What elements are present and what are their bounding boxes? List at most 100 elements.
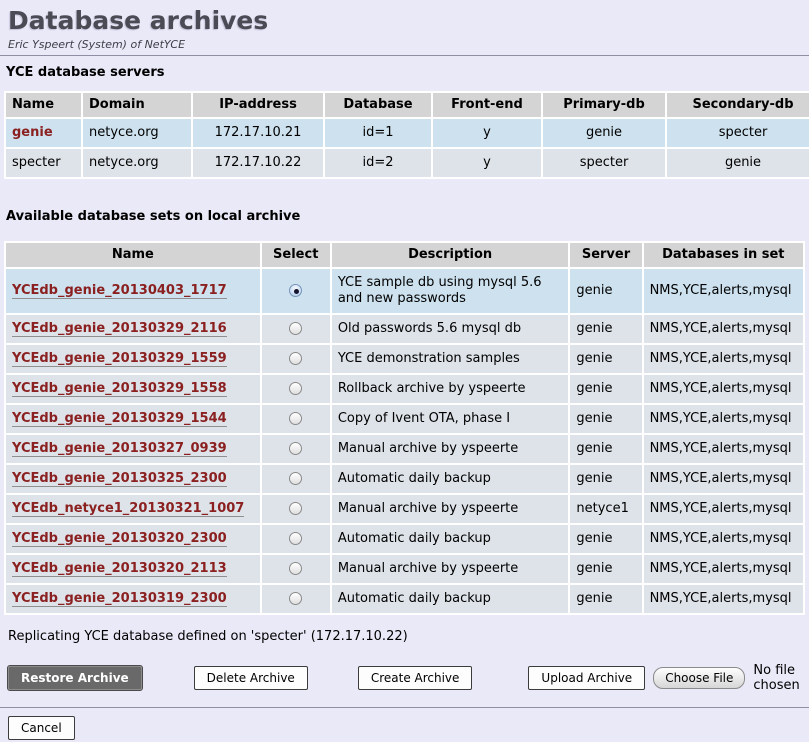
archive-server: genie	[570, 375, 641, 403]
servers-table: Name Domain IP-address Database Front-en…	[4, 91, 809, 179]
archive-row: YCEdb_genie_20130325_2300 Automatic dail…	[6, 465, 803, 493]
col-header-secondarydb: Secondary-db	[667, 93, 809, 117]
action-bar: Restore Archive Delete Archive Create Ar…	[8, 663, 809, 693]
archive-row: YCEdb_genie_20130329_1559 YCE demonstrat…	[6, 345, 803, 373]
select-radio[interactable]	[289, 502, 302, 515]
select-radio[interactable]	[289, 472, 302, 485]
server-primarydb: genie	[543, 119, 665, 147]
archive-description: Automatic daily backup	[332, 465, 569, 493]
server-database: id=2	[325, 149, 431, 177]
col-header-primarydb: Primary-db	[543, 93, 665, 117]
server-secondarydb: specter	[667, 119, 809, 147]
archive-row: YCEdb_genie_20130329_1558 Rollback archi…	[6, 375, 803, 403]
col-header-server: Server	[570, 243, 641, 267]
select-radio[interactable]	[289, 352, 302, 365]
archive-name-link[interactable]: YCEdb_genie_20130320_2300	[12, 531, 227, 547]
archive-server: genie	[570, 435, 641, 463]
no-file-chosen-text: No file chosen	[753, 663, 809, 693]
select-radio[interactable]	[289, 592, 302, 605]
select-radio[interactable]	[289, 382, 302, 395]
archive-server: genie	[570, 269, 641, 313]
col-header-databases: Databases in set	[644, 243, 803, 267]
archive-description: YCE sample db using mysql 5.6 and new pa…	[332, 269, 569, 313]
archive-name-link[interactable]: YCEdb_genie_20130329_1544	[12, 411, 227, 427]
select-radio[interactable]	[289, 532, 302, 545]
server-frontend: y	[433, 149, 541, 177]
archive-description: Automatic daily backup	[332, 525, 569, 553]
select-radio[interactable]	[289, 284, 302, 297]
archive-description: Manual archive by yspeerte	[332, 555, 569, 583]
col-header-description: Description	[332, 243, 569, 267]
archive-databases: NMS,YCE,alerts,mysql	[644, 269, 803, 313]
archive-name-link[interactable]: YCEdb_genie_20130329_1558	[12, 381, 227, 397]
server-ip: 172.17.10.22	[193, 149, 323, 177]
archive-server: genie	[570, 525, 641, 553]
server-database: id=1	[325, 119, 431, 147]
archive-name-link[interactable]: YCEdb_genie_20130325_2300	[12, 471, 227, 487]
col-header-name: Name	[6, 243, 260, 267]
archive-row: YCEdb_genie_20130329_2116 Old passwords …	[6, 315, 803, 343]
archive-databases: NMS,YCE,alerts,mysql	[644, 525, 803, 553]
col-header-name: Name	[6, 93, 81, 117]
archive-databases: NMS,YCE,alerts,mysql	[644, 375, 803, 403]
archive-name-link[interactable]: YCEdb_genie_20130329_1559	[12, 351, 227, 367]
archive-databases: NMS,YCE,alerts,mysql	[644, 465, 803, 493]
archive-row: YCEdb_genie_20130329_1544 Copy of Ivent …	[6, 405, 803, 433]
archive-server: netyce1	[570, 495, 641, 523]
select-radio[interactable]	[289, 442, 302, 455]
restore-archive-button[interactable]: Restore Archive	[8, 666, 142, 690]
archives-table: Name Select Description Server Databases…	[4, 241, 805, 615]
archive-databases: NMS,YCE,alerts,mysql	[644, 315, 803, 343]
archive-row: YCEdb_genie_20130319_2300 Automatic dail…	[6, 585, 803, 613]
archive-databases: NMS,YCE,alerts,mysql	[644, 405, 803, 433]
upload-archive-button[interactable]: Upload Archive	[528, 666, 645, 690]
archive-row: YCEdb_genie_20130320_2113 Manual archive…	[6, 555, 803, 583]
archive-description: Manual archive by yspeerte	[332, 495, 569, 523]
archive-databases: NMS,YCE,alerts,mysql	[644, 345, 803, 373]
choose-file-button[interactable]: Choose File	[653, 667, 745, 689]
server-domain: netyce.org	[83, 119, 191, 147]
cancel-button[interactable]: Cancel	[8, 716, 75, 740]
server-domain: netyce.org	[83, 149, 191, 177]
server-name: specter	[6, 149, 81, 177]
archive-server: genie	[570, 585, 641, 613]
delete-archive-button[interactable]: Delete Archive	[194, 666, 308, 690]
page-title: Database archives	[8, 6, 809, 36]
col-header-database: Database	[325, 93, 431, 117]
replication-note: Replicating YCE database defined on 'spe…	[8, 629, 809, 645]
select-radio[interactable]	[289, 562, 302, 575]
archive-name-link[interactable]: YCEdb_netyce1_20130321_1007	[12, 501, 244, 517]
server-row: specter netyce.org 172.17.10.22 id=2 y s…	[6, 149, 809, 177]
archive-server: genie	[570, 345, 641, 373]
create-archive-button[interactable]: Create Archive	[358, 666, 473, 690]
archive-server: genie	[570, 555, 641, 583]
archive-name-link[interactable]: YCEdb_genie_20130319_2300	[12, 591, 227, 607]
archive-description: Rollback archive by yspeerte	[332, 375, 569, 403]
archive-databases: NMS,YCE,alerts,mysql	[644, 585, 803, 613]
server-name: genie	[6, 119, 81, 147]
servers-section-heading: YCE database servers	[6, 65, 809, 81]
archive-server: genie	[570, 405, 641, 433]
page-subtitle: Eric Yspeert (System) of NetYCE	[8, 38, 809, 51]
archive-name-link[interactable]: YCEdb_genie_20130320_2113	[12, 561, 227, 577]
archive-row: YCEdb_genie_20130327_0939 Manual archive…	[6, 435, 803, 463]
select-radio[interactable]	[289, 412, 302, 425]
archives-header-row: Name Select Description Server Databases…	[6, 243, 803, 267]
server-frontend: y	[433, 119, 541, 147]
col-header-frontend: Front-end	[433, 93, 541, 117]
col-header-select: Select	[262, 243, 330, 267]
select-radio[interactable]	[289, 322, 302, 335]
archive-name-link[interactable]: YCEdb_genie_20130403_1717	[12, 283, 227, 299]
archive-row: YCEdb_netyce1_20130321_1007 Manual archi…	[6, 495, 803, 523]
server-ip: 172.17.10.21	[193, 119, 323, 147]
archive-name-link[interactable]: YCEdb_genie_20130329_2116	[12, 321, 227, 337]
servers-header-row: Name Domain IP-address Database Front-en…	[6, 93, 809, 117]
archive-databases: NMS,YCE,alerts,mysql	[644, 555, 803, 583]
archive-description: Old passwords 5.6 mysql db	[332, 315, 569, 343]
archive-description: YCE demonstration samples	[332, 345, 569, 373]
col-header-domain: Domain	[83, 93, 191, 117]
server-primarydb: specter	[543, 149, 665, 177]
archive-server: genie	[570, 465, 641, 493]
archive-name-link[interactable]: YCEdb_genie_20130327_0939	[12, 441, 227, 457]
archive-row: YCEdb_genie_20130403_1717 YCE sample db …	[6, 269, 803, 313]
